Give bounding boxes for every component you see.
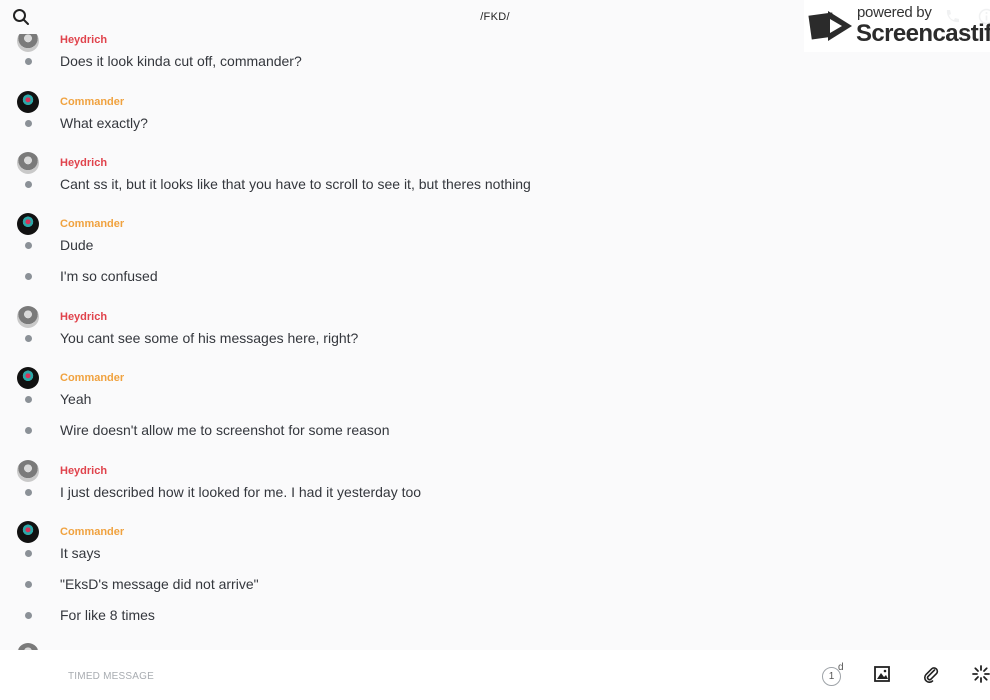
avatar[interactable] [17, 91, 39, 113]
message-text: "EksD's message did not arrive" [60, 576, 259, 592]
message-text: Does it look kinda cut off, commander? [60, 53, 302, 69]
avatar[interactable] [17, 152, 39, 174]
avatar[interactable] [17, 306, 39, 328]
avatar[interactable] [17, 521, 39, 543]
message-status-dot [25, 612, 32, 619]
avatar[interactable] [17, 213, 39, 235]
message-status-dot [25, 335, 32, 342]
avatar[interactable] [17, 643, 39, 650]
message-text: Dude [60, 237, 94, 253]
message-status-dot [25, 58, 32, 65]
paperclip-icon[interactable] [922, 665, 940, 684]
watermark-brand: Screencastify [856, 20, 990, 47]
timed-message-button[interactable]: 1 d [822, 662, 846, 688]
message-text: Cant ss it, but it looks like that you h… [60, 176, 531, 192]
message-text: You cant see some of his messages here, … [60, 330, 359, 346]
screencastify-watermark: powered by Screencastify [804, 0, 990, 52]
message-text: I'm so confused [60, 268, 158, 284]
message-text: I just described how it looked for me. I… [60, 484, 422, 500]
watermark-powered-by: powered by [857, 4, 932, 21]
timer-unit: d [838, 662, 844, 673]
image-icon[interactable] [873, 665, 891, 683]
message-sender[interactable]: Commander [60, 96, 124, 108]
message-list: Heydrich Does it look kinda cut off, com… [0, 0, 990, 650]
message-composer: 1 d [0, 650, 990, 700]
avatar[interactable] [17, 460, 39, 482]
message-status-dot [25, 396, 32, 403]
message-sender[interactable]: Heydrich [60, 311, 107, 323]
message-status-dot [25, 273, 32, 280]
message-text: Wire doesn't allow me to screenshot for … [60, 422, 390, 438]
message-status-dot [25, 242, 32, 249]
message-status-dot [25, 489, 32, 496]
message-sender[interactable]: Heydrich [60, 157, 107, 169]
ping-icon[interactable] [972, 665, 990, 683]
avatar[interactable] [17, 367, 39, 389]
message-text: Yeah [60, 391, 92, 407]
message-sender[interactable]: Heydrich [60, 34, 107, 46]
message-status-dot [25, 581, 32, 588]
message-sender[interactable]: Heydrich [60, 465, 107, 477]
message-status-dot [25, 120, 32, 127]
message-text: It says [60, 545, 101, 561]
message-sender[interactable]: Commander [60, 218, 124, 230]
message-sender[interactable]: Commander [60, 372, 124, 384]
message-status-dot [25, 181, 32, 188]
message-text: For like 8 times [60, 607, 155, 623]
message-status-dot [25, 427, 32, 434]
message-input[interactable] [66, 666, 770, 686]
message-sender[interactable]: Commander [60, 526, 124, 538]
message-text: What exactly? [60, 115, 148, 131]
screencastify-logo-icon [808, 11, 852, 41]
message-status-dot [25, 550, 32, 557]
